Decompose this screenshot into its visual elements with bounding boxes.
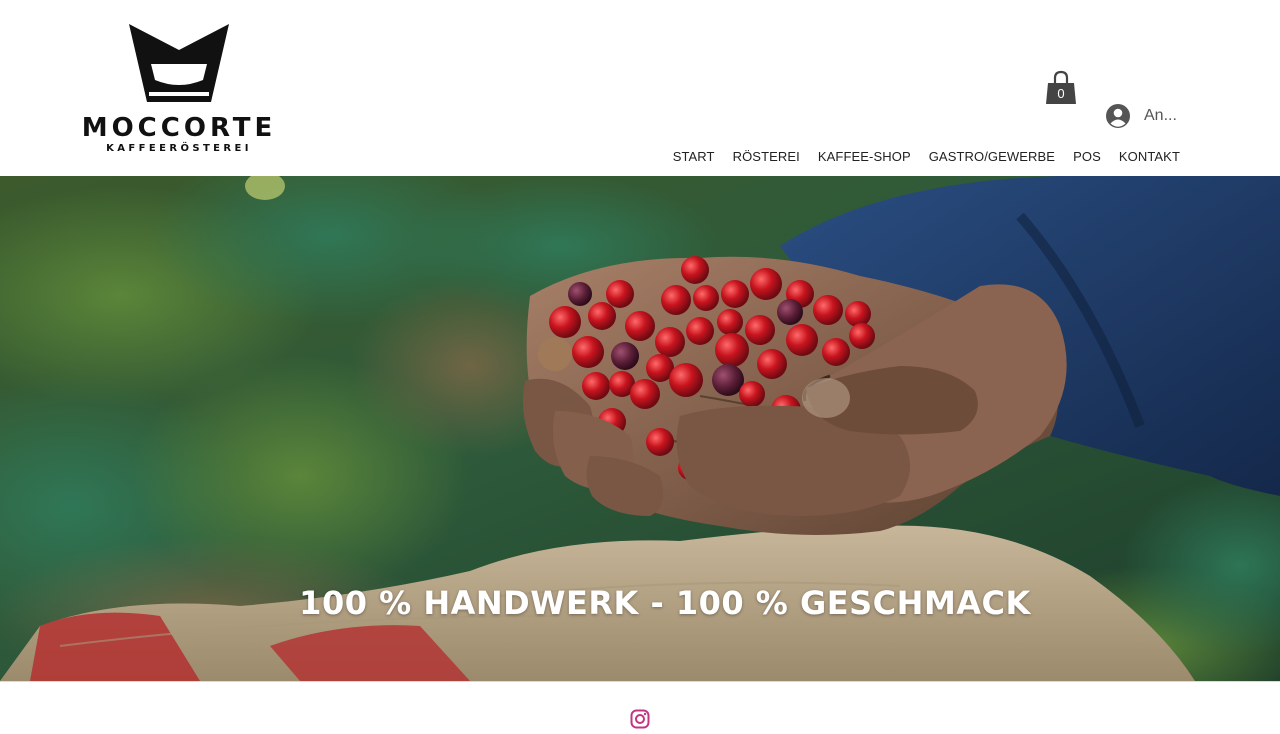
user-avatar-icon [1106,104,1130,128]
nav-item-pos[interactable]: POS [1073,148,1101,166]
nav-item-kontakt[interactable]: KONTAKT [1119,148,1180,166]
nav-item-kaffee-shop[interactable]: KAFFEE-SHOP [818,148,911,166]
brand-tagline: KAFFEERÖSTEREI [106,143,252,154]
login-label: An... [1144,107,1177,124]
brand-name: MOCCORTE [81,113,277,143]
hero-banner: 100 % HANDWERK - 100 % GESCHMACK [0,176,1280,681]
nav-item-start[interactable]: START [673,148,715,166]
login-button[interactable]: An... [1106,104,1177,128]
brand-logo[interactable]: MOCCORTE KAFFEERÖSTEREI [70,24,288,154]
instagram-link[interactable] [630,709,650,729]
nav-item-roesterei[interactable]: RÖSTEREI [733,148,800,166]
nav-item-gastro-gewerbe[interactable]: GASTRO/GEWERBE [929,148,1055,166]
instagram-icon [630,709,650,729]
hero-title: 100 % HANDWERK - 100 % GESCHMACK [299,584,1031,622]
cart-count: 0 [1057,86,1065,101]
site-header: MOCCORTE KAFFEERÖSTEREI 0 An... START RÖ… [0,0,1280,176]
section-divider [0,681,1280,682]
main-nav: START RÖSTEREI KAFFEE-SHOP GASTRO/GEWERB… [673,148,1180,166]
logo-cup-icon [129,24,229,102]
cart-button[interactable]: 0 [1044,70,1078,106]
